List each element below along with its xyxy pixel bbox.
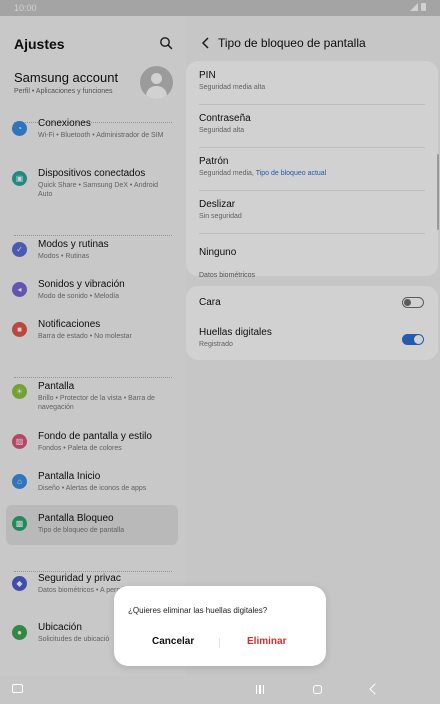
delete-fingerprints-dialog: ¿Quieres eliminar las huellas digitales?… bbox=[114, 586, 326, 666]
cancel-button[interactable]: Cancelar bbox=[152, 636, 194, 647]
keyboard-toggle-icon[interactable] bbox=[12, 684, 23, 693]
home-icon[interactable] bbox=[313, 685, 322, 694]
button-separator bbox=[219, 638, 220, 648]
recent-apps-icon[interactable] bbox=[256, 685, 266, 694]
navigation-bar bbox=[0, 676, 440, 704]
back-icon[interactable] bbox=[369, 683, 381, 695]
dialog-message: ¿Quieres eliminar las huellas digitales? bbox=[128, 606, 268, 615]
delete-button[interactable]: Eliminar bbox=[247, 636, 286, 647]
